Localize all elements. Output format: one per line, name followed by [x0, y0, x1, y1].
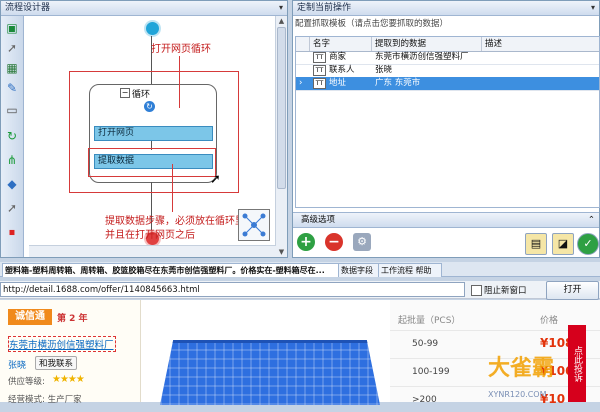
annotation-box-extract	[88, 148, 216, 177]
column-header-data[interactable]: 提取到的数据	[372, 37, 482, 51]
table-row[interactable]: TT 联系人 张晓	[296, 64, 599, 78]
field-value: 东莞市横沥创信强塑料厂	[375, 52, 469, 62]
annotation-arrow	[179, 56, 180, 108]
price-header-qty: 起批量（PCS）	[398, 316, 461, 326]
tab-workflow-help[interactable]: 工作流程 帮助	[378, 263, 442, 277]
mouse-icon[interactable]: ➚	[4, 200, 20, 216]
open-button[interactable]: 打开	[546, 281, 599, 300]
panel-menu-icon[interactable]: ▾	[591, 1, 595, 15]
table-header: 名字 提取到的数据 描述	[296, 37, 599, 52]
annotation-arrow	[172, 164, 173, 212]
business-mode-label: 经营模式: 生产厂家	[8, 395, 82, 405]
field-value: 广东 东莞市	[375, 78, 421, 88]
product-image-basket[interactable]	[160, 340, 380, 405]
add-icon[interactable]: +	[297, 233, 315, 251]
end-icon[interactable]: ⏹	[4, 224, 20, 240]
field-desc	[482, 51, 599, 64]
overview-map-icon[interactable]	[238, 209, 270, 241]
chengxintong-badge: 诚信通	[8, 309, 52, 325]
contact-person-link[interactable]: 张晓	[8, 358, 26, 371]
column-header-desc[interactable]: 描述	[482, 37, 599, 51]
field-name: 商家	[329, 52, 347, 62]
field-name: 联系人	[329, 65, 355, 75]
column-header-name[interactable]: 名字	[310, 37, 372, 51]
price-qty: >200	[412, 395, 437, 405]
annotation-open-loop: 打开网页循环	[151, 44, 211, 55]
edit-icon[interactable]: ✎	[4, 80, 20, 96]
confirm-icon[interactable]: ✓	[577, 233, 599, 255]
designer-header: 流程设计器 ▾	[1, 1, 287, 16]
company-name-link[interactable]: 东莞市横沥创信强塑料厂	[8, 336, 116, 352]
price-qty: 100-199	[412, 367, 450, 377]
panel-menu-icon[interactable]: ▾	[279, 1, 283, 15]
webpage-viewport[interactable]: 诚信通 第 2 年 东莞市横沥创信强塑料厂 张晓 和我联系 供应等级: ★★★★…	[0, 300, 600, 406]
remove-icon[interactable]: −	[325, 233, 343, 251]
seller-info: 诚信通 第 2 年 东莞市横沥创信强塑料厂 张晓 和我联系 供应等级: ★★★★…	[0, 300, 141, 405]
extracted-fields-table: 名字 提取到的数据 描述 TT 商家 东莞市横沥创信强塑料厂 TT 联系人 张晓 ›…	[295, 36, 600, 208]
text-field-icon: TT	[313, 78, 326, 89]
site-watermark: 大雀霸	[488, 355, 555, 381]
supply-level-stars-icon: ★★★★	[52, 374, 85, 385]
tab-data-fields[interactable]: 数据字段	[338, 263, 382, 277]
field-value: 张晓	[375, 65, 393, 75]
save-icon[interactable]: ◪	[552, 233, 574, 255]
table-row-selected[interactable]: › TT 地址 广东 东莞市	[296, 77, 599, 91]
current-operation-panel: 定制当前操作 ▾ 配置抓取模板（请点击您要抓取的数据） 名字 提取到的数据 描述…	[292, 0, 600, 258]
price-header-price: 价格	[540, 316, 559, 326]
designer-horizontal-scrollbar[interactable]	[29, 245, 276, 257]
contact-me-button[interactable]: 和我联系	[35, 356, 78, 370]
operation-header: 定制当前操作 ▾	[293, 1, 599, 16]
supply-level-label: 供应等级:	[8, 377, 45, 387]
table-icon[interactable]: ▦	[4, 60, 20, 76]
annotation-extract-line1: 提取数据步骤，必须放在循环里	[105, 216, 245, 227]
expand-icon[interactable]: ⌃	[588, 213, 595, 227]
table-row[interactable]: TT 商家 东莞市横沥创信强塑料厂	[296, 51, 599, 65]
block-popup-label: 阻止新窗口	[484, 286, 527, 296]
workflow-designer-panel: 流程设计器 ▾ ▣ ➚ ▦ ✎ ▭ ↻ ⋔ ◆ ➚ ⏹ − 循环 ↻ 打开网页 …	[0, 0, 288, 258]
complaint-side-tab[interactable]: 点此投诉	[568, 325, 586, 402]
template-hint: 配置抓取模板（请点击您要抓取的数据）	[295, 19, 449, 29]
pointer-icon[interactable]: ➚	[4, 40, 20, 56]
field-name: 地址	[329, 78, 347, 88]
watermark-url: XYNR120.COM	[488, 390, 547, 399]
settings-icon[interactable]: ⚙	[353, 233, 371, 251]
condition-icon[interactable]: ◆	[4, 176, 20, 192]
text-field-icon: TT	[313, 52, 326, 63]
designer-title: 流程设计器	[5, 3, 51, 13]
branch-icon[interactable]: ⋔	[4, 152, 20, 168]
advanced-options-label: 高级选项	[301, 215, 336, 225]
row-pointer-icon: ›	[299, 78, 303, 88]
folder-icon[interactable]: ▤	[525, 233, 547, 255]
price-qty: 50-99	[412, 339, 439, 349]
designer-canvas[interactable]: − 循环 ↻ 打开网页 提取数据 打开网页循环 提取数据步骤，必须放在循环里 并…	[29, 16, 276, 247]
member-years: 第 2 年	[57, 314, 88, 324]
mouse-cursor-icon: ➚	[210, 172, 221, 187]
text-field-icon: TT	[313, 65, 326, 76]
advanced-options-bar[interactable]: 高级选项 ⌃	[293, 212, 599, 228]
row-indicator-header	[296, 37, 310, 51]
scroll-thumb[interactable]	[277, 27, 286, 189]
operation-title: 定制当前操作	[297, 3, 352, 13]
scroll-down-icon[interactable]: ▼	[277, 247, 286, 257]
designer-vertical-scrollbar[interactable]: ▲ ▼	[275, 16, 287, 257]
field-desc	[482, 64, 599, 77]
add-step-icon[interactable]: ▣	[4, 20, 20, 36]
tab-webpage[interactable]: 塑料箱-塑料周转箱、周转箱、胶篮胶箱尽在东莞市创信强塑料厂。价格实在-塑料箱尽在…	[2, 263, 342, 277]
input-box-icon[interactable]: ▭	[4, 102, 20, 118]
designer-toolbox: ▣ ➚ ▦ ✎ ▭ ↻ ⋔ ◆ ➚ ⏹	[1, 16, 24, 257]
scroll-up-icon[interactable]: ▲	[277, 16, 286, 26]
url-input[interactable]: http://detail.1688.com/offer/1140845663.…	[0, 282, 465, 297]
loop-icon[interactable]: ↻	[4, 128, 20, 144]
browser-tab-strip: 塑料箱-塑料周转箱、周转箱、胶篮胶箱尽在东莞市创信强塑料厂。价格实在-塑料箱尽在…	[0, 262, 600, 277]
block-popup-checkbox[interactable]	[471, 285, 482, 296]
start-node-icon[interactable]	[144, 20, 161, 37]
address-bar: http://detail.1688.com/offer/1140845663.…	[0, 281, 600, 300]
annotation-extract-line2: 并且在打开网页之后	[105, 230, 195, 241]
field-desc	[482, 77, 599, 90]
